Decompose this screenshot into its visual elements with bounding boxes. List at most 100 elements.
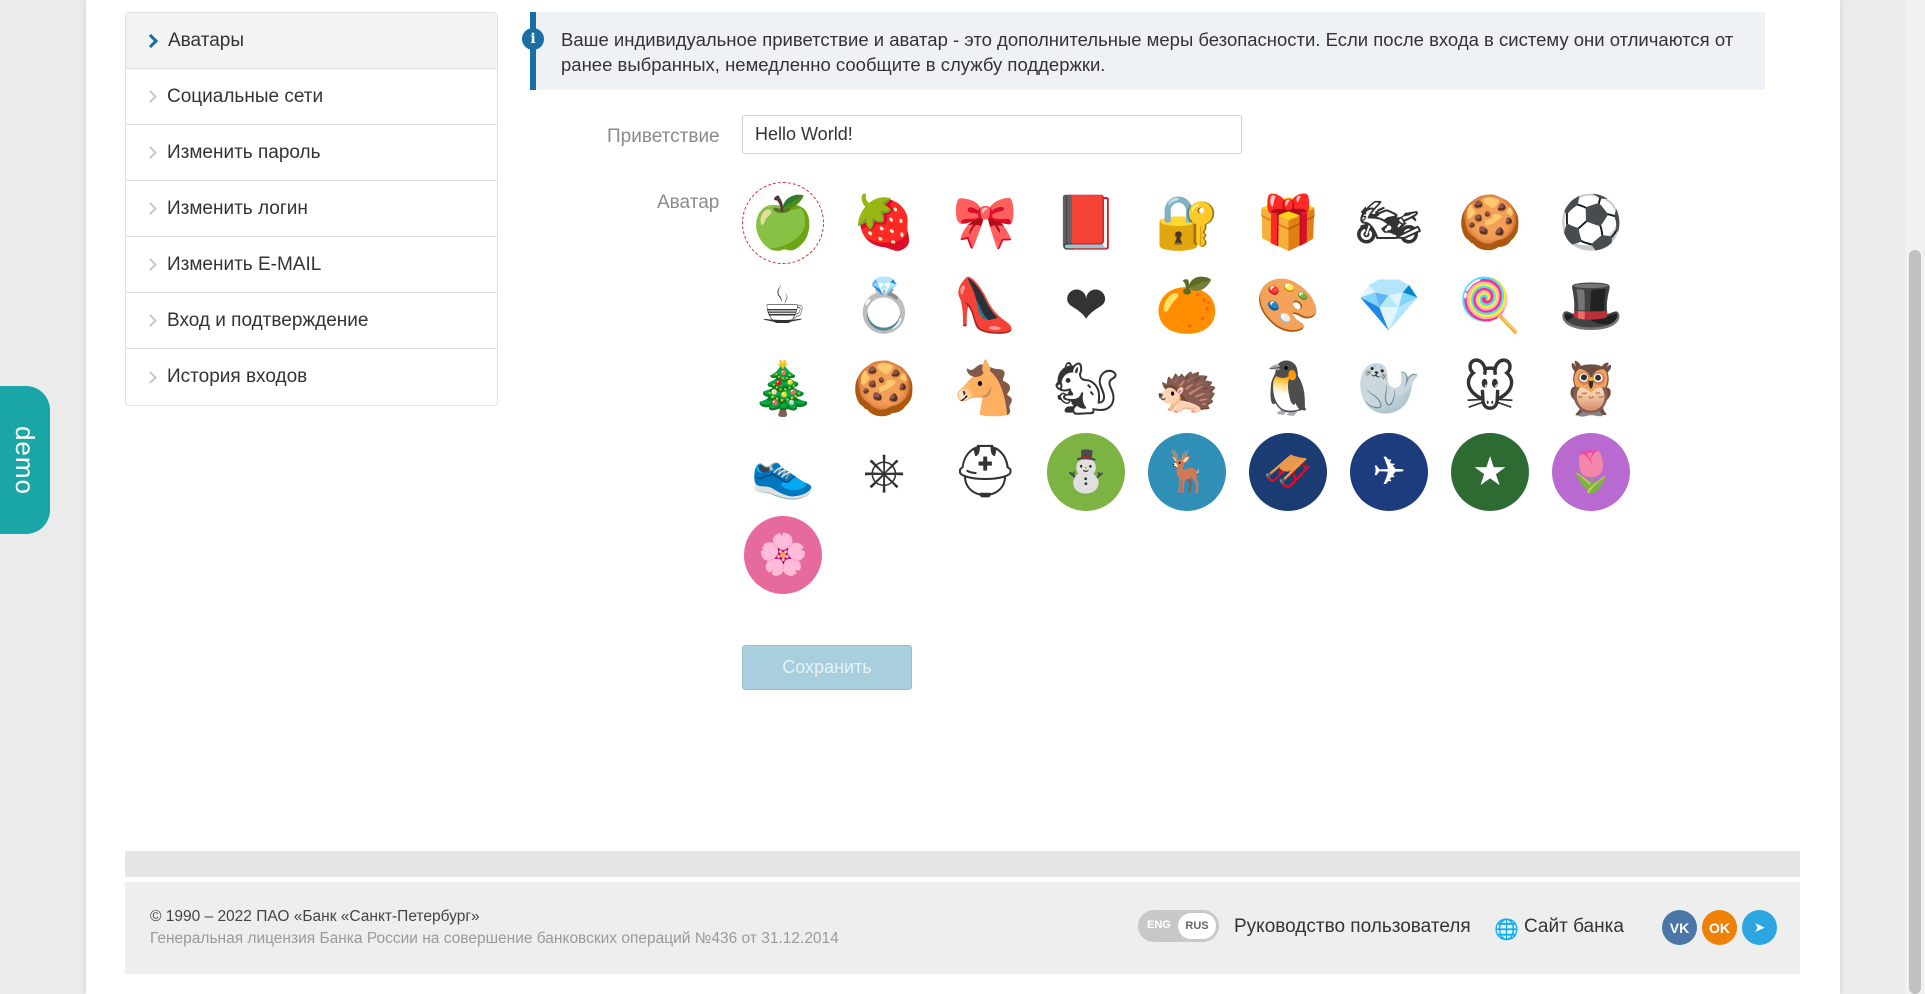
avatar-option[interactable]: 🛷 [1247, 431, 1348, 514]
avatar-option[interactable]: 🍊 [1146, 265, 1247, 348]
avatar-option[interactable]: 🎄 [742, 348, 843, 431]
avatar-option[interactable]: ★ [1449, 431, 1550, 514]
sakura-avatar-icon[interactable]: 🌸 [744, 516, 822, 594]
raspberry-avatar-icon[interactable]: 🍓 [843, 182, 925, 264]
lang-rus-option[interactable]: RUS [1178, 913, 1216, 939]
avatar-option[interactable]: 🍭 [1449, 265, 1550, 348]
vk-icon[interactable]: VK [1662, 910, 1697, 945]
avatar-option[interactable]: 🐧 [1247, 348, 1348, 431]
airplanes-avatar-icon[interactable]: ✈ [1350, 433, 1428, 511]
avatar-option[interactable]: 🍪 [843, 348, 944, 431]
chevron-right-icon [143, 33, 159, 48]
candy-cane-avatar-icon[interactable]: 🍭 [1449, 265, 1531, 347]
avatar-option[interactable]: 🦭 [1348, 348, 1449, 431]
chevron-right-icon [144, 370, 157, 384]
avatar-option[interactable]: 🍓 [843, 182, 944, 265]
avatar-option[interactable]: ⛑ [944, 431, 1045, 514]
cookie-avatar-icon[interactable]: 🍪 [1449, 182, 1531, 264]
ring-avatar-icon[interactable]: 💍 [843, 265, 925, 347]
gift-avatar-icon[interactable]: 🎁 [1247, 182, 1329, 264]
santa-sleigh-avatar-icon[interactable]: 🛷 [1249, 433, 1327, 511]
cup-avatar-icon[interactable]: ☕ [742, 265, 824, 347]
avatar-option[interactable]: 🦔 [1146, 348, 1247, 431]
sidebar-item-login-confirmation[interactable]: Вход и подтверждение [126, 293, 497, 349]
chevron-right-icon [144, 146, 157, 159]
motorcycle-avatar-icon[interactable]: 🏍 [1348, 182, 1430, 264]
scrollbar-thumb[interactable] [1909, 250, 1921, 994]
avatar-option[interactable]: 🍏 [742, 182, 843, 265]
avatar-option[interactable]: 🎀 [944, 182, 1045, 265]
avatar-option[interactable]: ✈ [1348, 431, 1449, 514]
settings-sidebar: Аватары Социальные сети Изменить пароль … [125, 12, 498, 406]
avatar-option[interactable]: 🦌 [1146, 431, 1247, 514]
deer-avatar-icon[interactable]: 🦌 [1148, 433, 1226, 511]
demo-tab[interactable]: demo [0, 386, 50, 534]
book-avatar-icon[interactable]: 📕 [1045, 182, 1127, 264]
gingerbread-man-avatar-icon[interactable]: 🍪 [843, 348, 925, 430]
sidebar-item-avatars[interactable]: Аватары [126, 13, 497, 69]
mouse-avatar-icon[interactable]: 🐭 [1449, 348, 1531, 430]
avatar-option[interactable]: 💍 [843, 265, 944, 348]
avatar-option[interactable]: 🎨 [1247, 265, 1348, 348]
save-button[interactable]: Сохранить [742, 645, 912, 690]
greeting-input[interactable] [742, 115, 1242, 154]
snowman-avatar-icon[interactable]: ⛄ [1047, 433, 1125, 511]
avatar-option[interactable]: 💎 [1348, 265, 1449, 348]
avatar-option[interactable]: 📕 [1045, 182, 1146, 265]
helmet-avatar-icon[interactable]: ⛑ [944, 431, 1026, 513]
hedgehog-avatar-icon[interactable]: 🦔 [1146, 348, 1228, 430]
orange-avatar-icon[interactable]: 🍊 [1146, 265, 1228, 347]
sidebar-item-change-email[interactable]: Изменить E-MAIL [126, 237, 497, 293]
green-apple-avatar-icon[interactable]: 🍏 [742, 182, 824, 264]
avatar-option[interactable]: 🎩 [1550, 265, 1651, 348]
user-guide-link[interactable]: Руководство пользователя [1234, 916, 1471, 938]
avatar-option[interactable]: 👠 [944, 265, 1045, 348]
avatar-option[interactable]: 🎁 [1247, 182, 1348, 265]
info-icon: i [522, 28, 544, 50]
owl-avatar-icon[interactable]: 🦉 [1550, 348, 1632, 430]
bow-tie-avatar-icon[interactable]: 🎀 [944, 182, 1026, 264]
bank-site-link[interactable]: Сайт банка [1494, 916, 1624, 938]
high-heels-avatar-icon[interactable]: 👠 [944, 265, 1026, 347]
donkey-avatar-icon[interactable]: 🐴 [944, 348, 1026, 430]
heart-cookie-avatar-icon[interactable]: ❤ [1045, 265, 1127, 347]
avatar-option[interactable]: ⚽ [1550, 182, 1651, 265]
avatar-option[interactable]: 🏍 [1348, 182, 1449, 265]
avatar-option[interactable]: 🐴 [944, 348, 1045, 431]
avatar-option[interactable]: ⛄ [1045, 431, 1146, 514]
steering-wheel-avatar-icon[interactable]: ⎈ [843, 431, 925, 513]
avatar-option[interactable]: 🐿 [1045, 348, 1146, 431]
sneaker-avatar-icon[interactable]: 👟 [742, 431, 824, 513]
avatar-option[interactable]: 🌷 [1550, 431, 1651, 514]
red-star-avatar-icon[interactable]: ★ [1451, 433, 1529, 511]
avatar-option[interactable]: 🐭 [1449, 348, 1550, 431]
sidebar-item-change-password[interactable]: Изменить пароль [126, 125, 497, 181]
gingerbread-tree-avatar-icon[interactable]: 🎄 [742, 348, 824, 430]
avatar-option[interactable]: 🍪 [1449, 182, 1550, 265]
squirrel-avatar-icon[interactable]: 🐿 [1045, 348, 1127, 430]
avatar-option[interactable]: ☕ [742, 265, 843, 348]
scrollbar[interactable] [1905, 0, 1925, 994]
sidebar-item-social-networks[interactable]: Социальные сети [126, 69, 497, 125]
palette-avatar-icon[interactable]: 🎨 [1247, 265, 1329, 347]
avatar-option[interactable]: 🌸 [742, 514, 843, 597]
avatar-option[interactable]: 🦉 [1550, 348, 1651, 431]
top-hat-avatar-icon[interactable]: 🎩 [1550, 265, 1632, 347]
language-toggle[interactable]: ENG RUS [1138, 910, 1219, 942]
sidebar-item-label: Изменить пароль [167, 141, 321, 163]
avatar-option[interactable]: ❤ [1045, 265, 1146, 348]
avatar-option[interactable]: 👟 [742, 431, 843, 514]
safe-avatar-icon[interactable]: 🔐 [1146, 182, 1228, 264]
walrus-avatar-icon[interactable]: 🦭 [1348, 348, 1430, 430]
avatar-option[interactable]: ⎈ [843, 431, 944, 514]
sidebar-item-change-login[interactable]: Изменить логин [126, 181, 497, 237]
lang-eng-option[interactable]: ENG [1147, 919, 1171, 931]
tulips-avatar-icon[interactable]: 🌷 [1552, 433, 1630, 511]
soccer-ball-avatar-icon[interactable]: ⚽ [1550, 182, 1632, 264]
telegram-icon[interactable]: ➤ [1742, 910, 1777, 945]
sidebar-item-login-history[interactable]: История входов [126, 349, 497, 405]
penguin-avatar-icon[interactable]: 🐧 [1247, 348, 1329, 430]
odnoklassniki-icon[interactable]: OK [1702, 910, 1737, 945]
avatar-option[interactable]: 🔐 [1146, 182, 1247, 265]
ruby-avatar-icon[interactable]: 💎 [1348, 265, 1430, 347]
